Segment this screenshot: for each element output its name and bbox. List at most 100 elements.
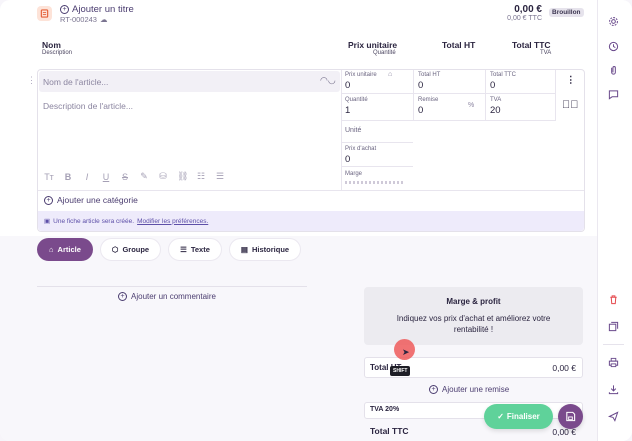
cell-divider (341, 166, 413, 167)
tva-input[interactable]: 20 (490, 105, 501, 116)
total-ttc-label: Total TTC (490, 72, 516, 78)
col-name-header: Nom (42, 40, 61, 50)
mouse-pointer-icon: ➤ (402, 347, 410, 357)
tva-total-label: TVA 20% (370, 406, 400, 413)
plus-circle-icon: + (118, 292, 127, 301)
invoice-editor: + Ajouter un titre RT-000243 ☁ 0,00 € 0,… (0, 0, 632, 441)
save-icon (566, 411, 576, 422)
total-ht-value: 0,00 € (552, 363, 576, 373)
highlight-icon[interactable]: ✎ (139, 171, 149, 182)
numbered-list-icon[interactable]: ☷ (196, 171, 206, 182)
underline-icon[interactable]: U (101, 172, 111, 182)
bold-icon[interactable]: B (63, 172, 73, 182)
add-comment-button[interactable]: + Ajouter un commentaire (118, 292, 216, 301)
total-ttc-label: Total TTC (370, 426, 409, 436)
tva-label: TVA (490, 97, 502, 103)
article-name-placeholder: Nom de l'article... (43, 77, 109, 87)
link-icon[interactable]: ⛓ (177, 171, 188, 182)
quantity-input[interactable]: 1 (345, 105, 350, 116)
total-ttc-input[interactable]: 0 (490, 80, 495, 91)
unit-price-label: Prix unitaire (345, 72, 377, 78)
duplicate-icon[interactable] (607, 320, 619, 332)
strikethrough-icon[interactable]: S (120, 172, 130, 182)
total-ht-input[interactable]: 0 (418, 80, 423, 91)
comment-icon[interactable] (607, 88, 619, 100)
margin-panel-title: Marge & profit (446, 297, 501, 306)
col-total-ht-header: Total HT (442, 40, 476, 50)
plus-circle-icon: + (60, 5, 69, 14)
col-tva-header: TVA (540, 50, 552, 56)
cube-icon: ⬡ (111, 245, 119, 254)
cell-divider (341, 120, 556, 121)
download-icon[interactable] (607, 383, 619, 395)
drag-handle-icon[interactable]: ⋮ (27, 75, 36, 86)
divider (37, 286, 307, 287)
cell-divider (341, 70, 342, 190)
margin-label: Marge (345, 171, 363, 177)
header-total-ttc: 0,00 € TTC (507, 15, 542, 22)
add-title-label: Ajouter un titre (72, 4, 134, 15)
print-icon[interactable] (607, 356, 619, 368)
col-quantity-header: Quantité (373, 50, 396, 56)
purchase-price-label: Prix d'achat (345, 146, 377, 152)
quantity-label: Quantité (345, 97, 368, 103)
preferences-link[interactable]: Modifier les préférences. (137, 218, 208, 225)
finalize-button[interactable]: ✓ Finaliser (484, 404, 553, 429)
discount-label: Remise (418, 97, 439, 103)
col-total-ttc-header: Total TTC (512, 40, 551, 50)
bullet-list-icon[interactable]: ☰ (215, 171, 225, 182)
col-unit-price-header: Prix unitaire (348, 40, 398, 50)
document-icon: ▤ (240, 245, 248, 254)
cell-divider (485, 70, 486, 120)
settings-icon[interactable] (607, 15, 619, 27)
text-format-toolbar: Tт B I U S ✎ ⛁ ⛓ ☷ ☰ (44, 171, 225, 182)
add-title-button[interactable]: + Ajouter un titre (60, 4, 134, 15)
add-category-button[interactable]: + Ajouter une catégorie (44, 195, 138, 205)
shift-key-tooltip: SHIFT (390, 366, 411, 376)
mask-icon[interactable]: ◠◡ (320, 75, 336, 86)
text-lines-icon: ☰ (180, 245, 187, 254)
italic-icon[interactable]: I (82, 172, 92, 182)
attachment-icon[interactable] (607, 64, 619, 76)
article-description-input[interactable]: Description de l'article... (43, 101, 133, 111)
check-icon: ✓ (497, 412, 504, 421)
margin-slider[interactable] (345, 181, 405, 184)
document-type-icon[interactable] (37, 6, 52, 21)
send-icon[interactable] (607, 410, 619, 422)
line-type-tabs: ⌂ Article ⬡ Groupe ☰ Texte ▤ Historique (37, 238, 302, 261)
discount-input[interactable]: 0 (418, 105, 423, 116)
header-total: 0,00 € (514, 4, 542, 15)
tab-history[interactable]: ▤ Historique (228, 238, 302, 261)
unit-price-input[interactable]: 0 (345, 80, 350, 91)
cart-icon: ⌂ (49, 245, 54, 254)
save-button[interactable] (558, 404, 583, 429)
tab-group[interactable]: ⬡ Groupe (99, 238, 162, 261)
col-description-header: Description (42, 50, 73, 56)
status-badge: Brouillon (549, 8, 584, 17)
text-size-icon[interactable]: Tт (44, 172, 54, 182)
more-options-icon[interactable]: ⋮ (566, 75, 576, 86)
cloud-icon: ☁ (99, 15, 108, 24)
margin-panel-text: Indiquez vos prix d'achat et améliorez v… (396, 314, 551, 334)
check-circle-icon[interactable]: ✓⃝ (562, 99, 579, 111)
cell-divider (341, 142, 413, 143)
lock-icon[interactable]: ⌂ (388, 71, 392, 78)
unit-field[interactable]: Unité (345, 127, 361, 134)
add-discount-button[interactable]: + Ajouter une remise (429, 385, 509, 394)
tab-article[interactable]: ⌂ Article (37, 238, 93, 261)
delete-icon[interactable] (607, 293, 619, 305)
document-reference: RT-000243 ☁ (60, 15, 108, 24)
discount-unit-toggle[interactable]: % (468, 102, 474, 109)
cell-divider (413, 70, 414, 120)
history-icon[interactable] (607, 40, 619, 52)
plus-circle-icon: + (44, 195, 53, 205)
info-icon: ▣ (44, 218, 51, 225)
cell-divider (555, 70, 556, 120)
tab-text[interactable]: ☰ Texte (168, 238, 222, 261)
plus-circle-icon: + (429, 385, 438, 394)
fill-color-icon[interactable]: ⛁ (158, 171, 168, 182)
info-banner: ▣ Une fiche article sera créée. Modifier… (38, 211, 584, 231)
purchase-price-input[interactable]: 0 (345, 154, 350, 165)
total-ht-label: Total HT (418, 72, 441, 78)
sidebar-divider (603, 344, 624, 345)
